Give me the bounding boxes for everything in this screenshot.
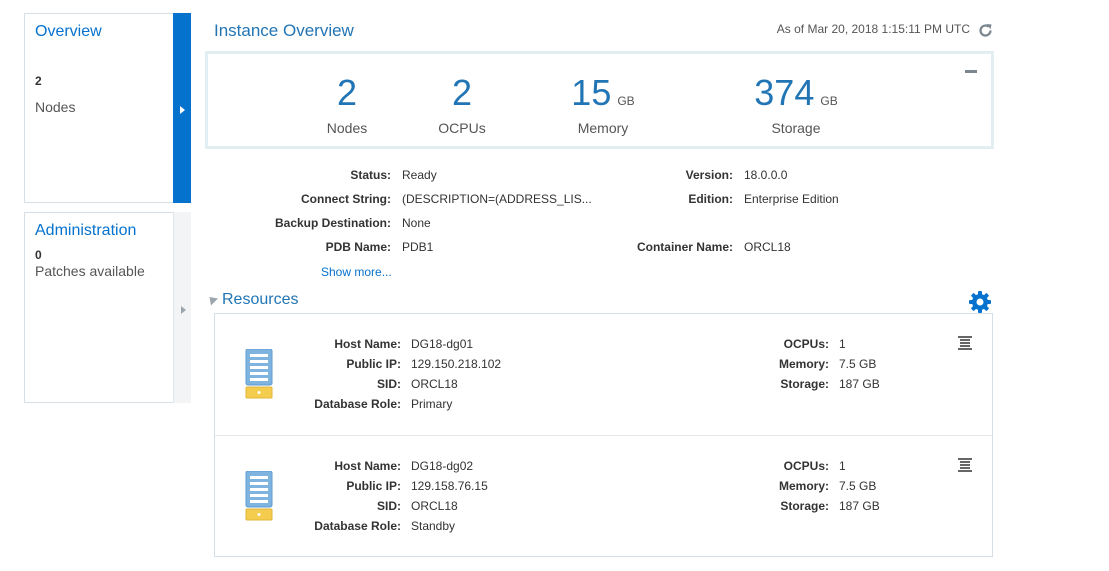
host-ocpus-label: OCPUs: bbox=[783, 337, 829, 351]
collapse-icon[interactable] bbox=[965, 70, 977, 73]
nodes-label: Nodes bbox=[326, 120, 368, 136]
storage-label: Storage bbox=[771, 120, 821, 136]
pdb-name-label: PDB Name: bbox=[325, 240, 391, 254]
edition-value: Enterprise Edition bbox=[744, 192, 839, 206]
host-ocpus-label: OCPUs: bbox=[783, 459, 829, 473]
metric-storage: 374 GB Storage bbox=[746, 72, 846, 136]
page-title: Instance Overview bbox=[214, 21, 354, 40]
host-name-label: Host Name: bbox=[334, 459, 401, 473]
overview-node-count: 2 bbox=[35, 74, 42, 88]
host-name-value: DG18-dg02 bbox=[411, 459, 474, 473]
as-of-timestamp: As of Mar 20, 2018 1:15:11 PM UTC bbox=[776, 22, 970, 36]
collapse-triangle-icon bbox=[205, 293, 219, 306]
status-value: Ready bbox=[402, 168, 437, 182]
host-name-label: Host Name: bbox=[334, 337, 401, 351]
metric-nodes: 2 Nodes bbox=[317, 72, 377, 136]
database-role-label: Database Role: bbox=[314, 519, 401, 533]
memory-unit: GB bbox=[617, 94, 635, 108]
resources-title: Resources bbox=[222, 291, 299, 308]
public-ip-label: Public IP: bbox=[346, 479, 401, 493]
public-ip-label: Public IP: bbox=[346, 357, 401, 371]
public-ip-value: 129.150.218.102 bbox=[411, 357, 502, 371]
public-ip-value: 129.158.76.15 bbox=[411, 479, 488, 493]
resources-section-toggle[interactable]: Resources bbox=[205, 291, 299, 309]
sid-value: ORCL18 bbox=[411, 377, 458, 391]
chevron-right-icon bbox=[181, 306, 186, 314]
host-storage-label: Storage: bbox=[780, 377, 829, 391]
server-icon bbox=[245, 349, 273, 399]
host-row: Host Name: DG18-dg02 Public IP: 129.158.… bbox=[215, 435, 992, 556]
host-memory-label: Memory: bbox=[778, 479, 829, 493]
connect-string-value: (DESCRIPTION=(ADDRESS_LIS... bbox=[402, 192, 592, 206]
ocpus-value: 2 bbox=[451, 72, 473, 113]
container-name-value: ORCL18 bbox=[744, 240, 791, 254]
host-storage-value: 187 GB bbox=[839, 377, 880, 391]
memory-value: 15 bbox=[571, 72, 612, 113]
metric-memory: 15 GB Memory bbox=[563, 72, 643, 136]
show-more-link[interactable]: Show more... bbox=[321, 265, 392, 279]
sid-label: SID: bbox=[377, 377, 401, 391]
storage-value: 374 bbox=[754, 72, 815, 113]
administration-tile[interactable]: Administration 0 Patches available bbox=[24, 212, 191, 403]
administration-tile-title: Administration bbox=[35, 222, 137, 239]
administration-expand-tab[interactable] bbox=[173, 212, 191, 403]
host-memory-value: 7.5 GB bbox=[839, 479, 877, 493]
gear-icon[interactable] bbox=[968, 290, 992, 314]
ocpus-label: OCPUs bbox=[438, 120, 486, 136]
overview-expand-tab[interactable] bbox=[173, 13, 191, 203]
refresh-icon[interactable] bbox=[977, 22, 994, 39]
chevron-right-icon bbox=[180, 106, 185, 114]
menu-icon[interactable] bbox=[958, 336, 972, 350]
connect-string-label: Connect String: bbox=[301, 192, 391, 206]
backup-destination-label: Backup Destination: bbox=[274, 216, 391, 230]
overview-tile-title: Overview bbox=[35, 23, 102, 40]
database-role-value: Standby bbox=[411, 519, 456, 533]
metric-ocpus: 2 OCPUs bbox=[427, 72, 497, 136]
host-memory-label: Memory: bbox=[778, 357, 829, 371]
server-icon bbox=[245, 471, 273, 521]
pdb-name-value: PDB1 bbox=[402, 240, 434, 254]
nodes-value: 2 bbox=[336, 72, 358, 113]
overview-tile[interactable]: Overview 2 Nodes bbox=[24, 13, 191, 203]
database-role-value: Primary bbox=[411, 397, 453, 411]
host-storage-label: Storage: bbox=[780, 499, 829, 513]
storage-unit: GB bbox=[820, 94, 838, 108]
sid-label: SID: bbox=[377, 499, 401, 513]
host-ocpus-value: 1 bbox=[839, 459, 846, 473]
host-row: Host Name: DG18-dg01 Public IP: 129.150.… bbox=[215, 314, 992, 435]
sid-value: ORCL18 bbox=[411, 499, 458, 513]
memory-label: Memory bbox=[577, 120, 629, 136]
backup-destination-value: None bbox=[402, 216, 431, 230]
overview-node-label: Nodes bbox=[35, 99, 76, 115]
host-name-value: DG18-dg01 bbox=[411, 337, 474, 351]
patches-count: 0 bbox=[35, 248, 42, 262]
status-label: Status: bbox=[350, 168, 391, 182]
host-memory-value: 7.5 GB bbox=[839, 357, 877, 371]
container-name-label: Container Name: bbox=[636, 240, 733, 254]
patches-label: Patches available bbox=[35, 263, 145, 279]
database-role-label: Database Role: bbox=[314, 397, 401, 411]
resources-panel: Host Name: DG18-dg01 Public IP: 129.150.… bbox=[214, 313, 993, 557]
summary-panel: 2 Nodes 2 OCPUs 15 GB Memory 374 GB Storag… bbox=[205, 51, 994, 149]
host-storage-value: 187 GB bbox=[839, 499, 880, 513]
host-ocpus-value: 1 bbox=[839, 337, 846, 351]
menu-icon[interactable] bbox=[958, 458, 972, 472]
version-label: Version: bbox=[685, 168, 733, 182]
edition-label: Edition: bbox=[688, 192, 733, 206]
version-value: 18.0.0.0 bbox=[744, 168, 788, 182]
